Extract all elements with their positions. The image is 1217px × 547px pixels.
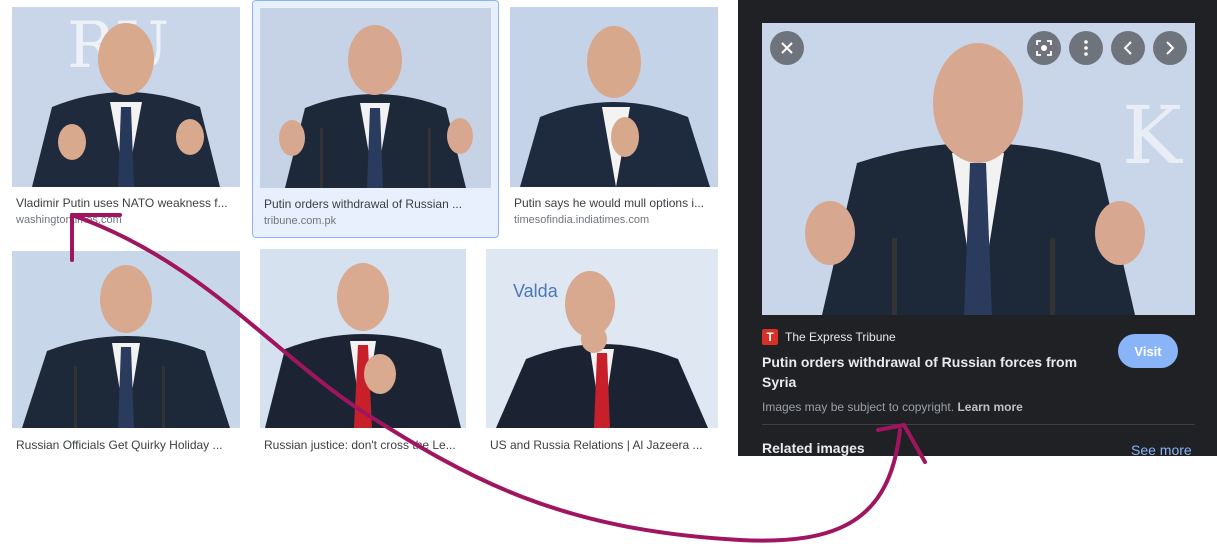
preview-image[interactable]: K (762, 23, 1195, 315)
more-vert-icon[interactable] (1069, 31, 1103, 65)
source-logo: T (762, 329, 778, 345)
result-thumbnail-4[interactable] (12, 251, 240, 428)
result-thumbnail-3[interactable] (510, 7, 718, 187)
result-title-6[interactable]: US and Russia Relations | Al Jazeera ... (490, 438, 718, 452)
result-title-2[interactable]: Putin orders withdrawal of Russian ... (264, 197, 490, 211)
preview-title[interactable]: Putin orders withdrawal of Russian force… (762, 352, 1092, 392)
image-preview-panel: K T The Express Tribune Putin orders wit… (738, 0, 1217, 458)
result-title-3[interactable]: Putin says he would mull options i... (514, 196, 718, 210)
valdai-text: Valda (513, 281, 559, 301)
copyright-text: Images may be subject to copyright. (762, 400, 955, 414)
see-more-link[interactable]: See more (1131, 442, 1192, 458)
result-thumbnail-6[interactable]: Valda (486, 249, 718, 428)
result-thumbnail-1[interactable]: RU (12, 7, 240, 187)
result-source-3: timesofindia.indiatimes.com (514, 214, 650, 226)
divider (762, 424, 1195, 425)
result-title-5[interactable]: Russian justice: don't cross the Le... (264, 438, 466, 452)
result-card-3[interactable]: Putin says he would mull options i... ti… (510, 7, 718, 231)
chevron-right-icon[interactable] (1153, 31, 1187, 65)
source-row[interactable]: T The Express Tribune (762, 328, 896, 346)
source-name[interactable]: The Express Tribune (785, 330, 896, 344)
result-card-5[interactable]: Russian justice: don't cross the Le... (260, 249, 466, 456)
result-card-2-selected[interactable]: Putin orders withdrawal of Russian ... t… (252, 0, 499, 238)
result-card-6[interactable]: Valda US and Russia Relations | Al Jazee… (486, 249, 718, 456)
close-icon[interactable] (770, 31, 804, 65)
result-card-4[interactable]: Russian Officials Get Quirky Holiday ... (12, 251, 240, 456)
result-title-4[interactable]: Russian Officials Get Quirky Holiday ... (16, 438, 240, 452)
result-source-1: washingtontimes.com (16, 214, 122, 226)
result-source-2: tribune.com.pk (264, 215, 337, 227)
learn-more-link[interactable]: Learn more (957, 400, 1022, 414)
result-title-1[interactable]: Vladimir Putin uses NATO weakness f... (16, 196, 240, 210)
visit-button[interactable]: Visit (1118, 334, 1178, 368)
result-card-1[interactable]: RU Vladimir Putin uses NATO weakness f..… (12, 7, 240, 231)
copyright-notice: Images may be subject to copyright. Lear… (762, 400, 1023, 414)
chevron-left-icon[interactable] (1111, 31, 1145, 65)
svg-text:K: K (1122, 89, 1183, 182)
related-images-heading: Related images (762, 440, 865, 456)
lens-icon[interactable] (1027, 31, 1061, 65)
result-thumbnail-2[interactable] (260, 8, 491, 188)
result-thumbnail-5[interactable] (260, 249, 466, 428)
